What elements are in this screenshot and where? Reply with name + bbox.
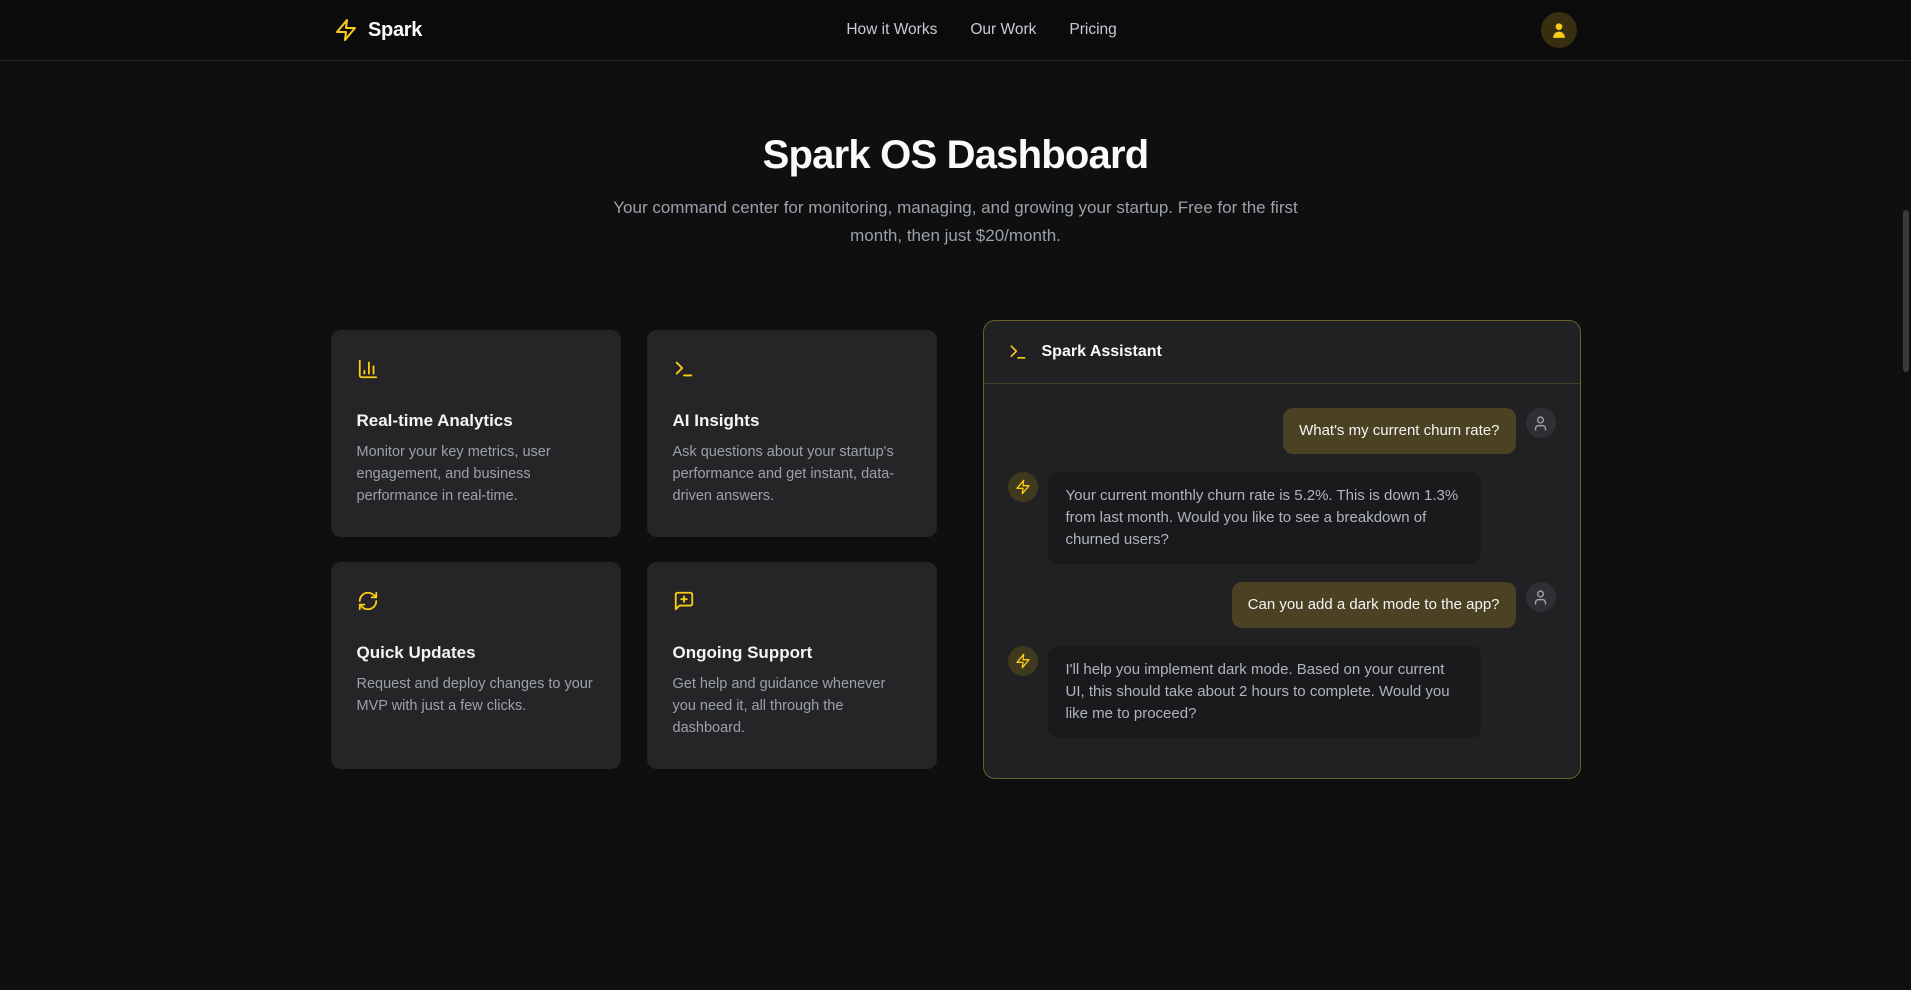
page-scrollbar-thumb[interactable] [1903,210,1909,372]
feature-title: Ongoing Support [673,643,911,663]
feature-title: AI Insights [673,411,911,431]
terminal-icon [1008,342,1028,362]
assistant-panel: Spark Assistant What's my current churn … [983,320,1581,779]
message-square-plus-icon [673,590,911,617]
nav-link-how-it-works[interactable]: How it Works [846,21,937,39]
feature-description: Get help and guidance whenever you need … [673,673,911,739]
feature-card-realtime-analytics[interactable]: Real-time Analytics Monitor your key met… [331,330,621,537]
terminal-icon [673,358,911,385]
user-message-bubble: Can you add a dark mode to the app? [1232,582,1516,628]
user-icon [1532,415,1549,432]
assistant-title: Spark Assistant [1042,343,1162,361]
assistant-chat-log[interactable]: What's my current churn rate? [984,384,1580,778]
zap-icon [334,18,358,42]
assistant-avatar [1008,646,1038,676]
chat-message-user: What's my current churn rate? [1008,408,1556,454]
navbar-inner: Spark How it Works Our Work Pricing [334,0,1577,60]
assistant-header: Spark Assistant [984,321,1580,384]
chart-column-icon [357,358,595,385]
feature-card-ongoing-support[interactable]: Ongoing Support Get help and guidance wh… [647,562,937,769]
user-avatar [1526,582,1556,612]
feature-card-quick-updates[interactable]: Quick Updates Request and deploy changes… [331,562,621,769]
chat-message-assistant: I'll help you implement dark mode. Based… [1008,646,1556,738]
refresh-icon [357,590,595,617]
feature-title: Real-time Analytics [357,411,595,431]
user-icon [1532,589,1549,606]
feature-title: Quick Updates [357,643,595,663]
feature-description: Request and deploy changes to your MVP w… [357,673,595,717]
assistant-message-bubble: I'll help you implement dark mode. Based… [1048,646,1481,738]
brand-name: Spark [368,19,422,42]
zap-icon [1015,479,1031,495]
zap-icon [1015,653,1031,669]
page-title: Spark OS Dashboard [0,133,1911,178]
assistant-message-bubble: Your current monthly churn rate is 5.2%.… [1048,472,1481,564]
user-icon [1549,20,1569,40]
nav-links: How it Works Our Work Pricing [846,21,1116,39]
hero-section: Spark OS Dashboard Your command center f… [0,61,1911,250]
feature-card-ai-insights[interactable]: AI Insights Ask questions about your sta… [647,330,937,537]
chat-message-assistant: Your current monthly churn rate is 5.2%.… [1008,472,1556,564]
user-message-bubble: What's my current churn rate? [1283,408,1515,454]
feature-description: Ask questions about your startup's perfo… [673,441,911,507]
nav-link-our-work[interactable]: Our Work [970,21,1036,39]
feature-grid: Real-time Analytics Monitor your key met… [331,330,937,769]
feature-description: Monitor your key metrics, user engagemen… [357,441,595,507]
brand-logo[interactable]: Spark [334,18,422,42]
navbar: Spark How it Works Our Work Pricing [0,0,1911,61]
account-avatar-button[interactable] [1541,12,1577,48]
chat-message-user: Can you add a dark mode to the app? [1008,582,1556,628]
user-avatar [1526,408,1556,438]
main-content: Real-time Analytics Monitor your key met… [331,320,1581,779]
assistant-avatar [1008,472,1038,502]
page-subtitle: Your command center for monitoring, mana… [610,194,1302,250]
nav-link-pricing[interactable]: Pricing [1069,21,1116,39]
